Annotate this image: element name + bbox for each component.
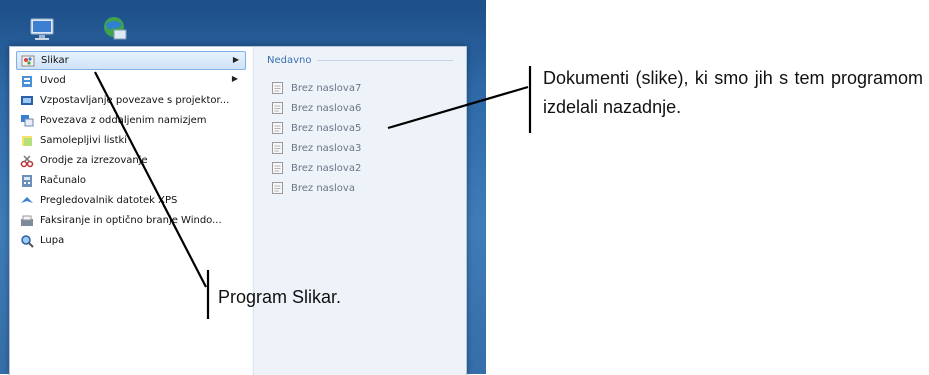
annotation-recent-documents: Dokumenti (slike), ki smo jih s tem prog…	[543, 68, 923, 117]
annotation-line-left	[94, 71, 207, 288]
annotation-line-right	[387, 85, 529, 130]
annotation-paint-program: Program Slikar.	[218, 287, 342, 307]
annotation-lines	[94, 66, 532, 319]
